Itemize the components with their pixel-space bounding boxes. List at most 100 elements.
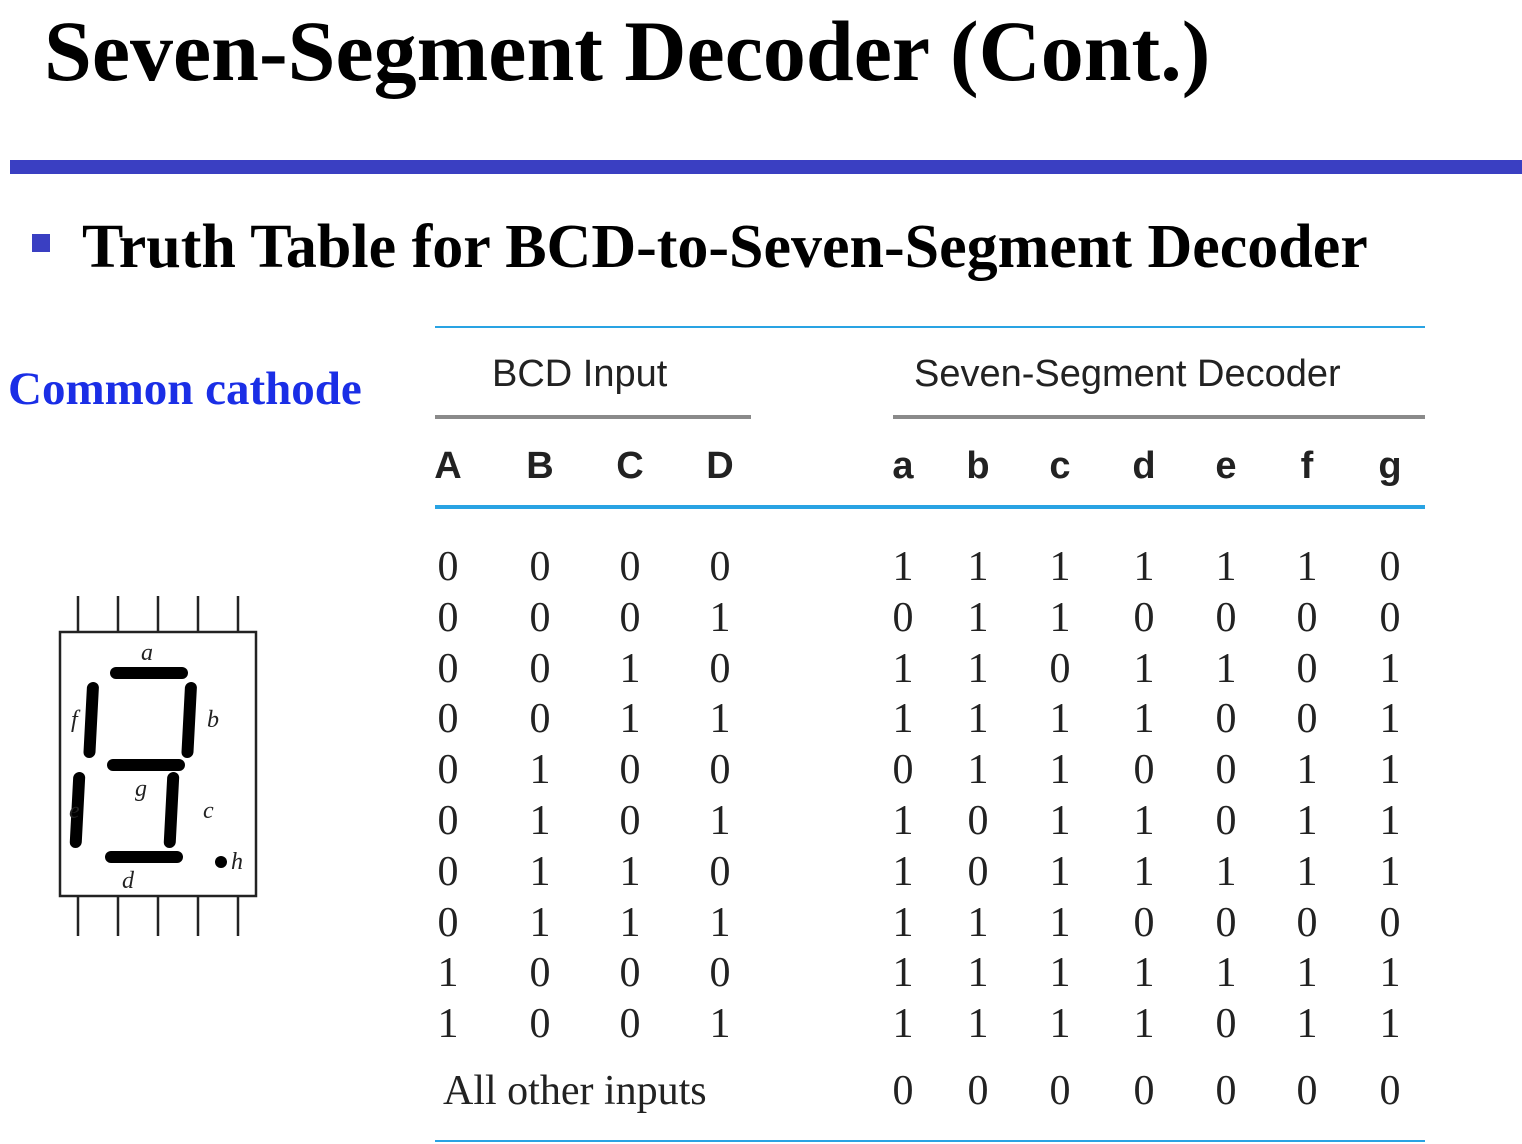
table-cell-output: 0 bbox=[1215, 1068, 1237, 1114]
table-cell-output: 1 bbox=[967, 696, 989, 743]
table-cell-output: 1 bbox=[1049, 798, 1071, 844]
common-cathode-label: Common cathode bbox=[8, 363, 362, 415]
column-header-input: A bbox=[434, 445, 462, 487]
table-cell-output: 0 bbox=[967, 798, 989, 844]
table-cell-output: 1 bbox=[1379, 696, 1401, 743]
table-cell-output: 1 bbox=[1379, 798, 1401, 844]
table-cell-output: 0 bbox=[1133, 1068, 1155, 1114]
table-cell-output: 0 bbox=[1379, 899, 1401, 946]
table-cell-output: 1 bbox=[1215, 544, 1237, 590]
seven-segment-display-icon: a b c d e f g h bbox=[58, 596, 258, 936]
table-cell-input: 0 bbox=[529, 594, 551, 641]
other-inputs-label: All other inputs bbox=[443, 1068, 707, 1114]
table-bottom-rule bbox=[435, 1140, 1425, 1142]
bullet-square-icon bbox=[32, 234, 50, 252]
table-cell-input: 1 bbox=[709, 696, 731, 743]
table-cell-output: 0 bbox=[892, 1068, 914, 1114]
table-cell-output: 1 bbox=[967, 544, 989, 590]
table-cell-input: 0 bbox=[529, 1001, 551, 1048]
table-cell-output: 1 bbox=[967, 645, 989, 692]
table-cell-input: 1 bbox=[709, 798, 731, 844]
group-header-seven-segment: Seven-Segment Decoder bbox=[914, 353, 1341, 395]
table-cell-output: 1 bbox=[892, 1001, 914, 1048]
column-header-input: C bbox=[616, 445, 644, 487]
table-cell-input: 0 bbox=[437, 798, 459, 844]
table-cell-output: 0 bbox=[1296, 899, 1318, 946]
table-cell-input: 0 bbox=[619, 950, 641, 997]
group-rule-inputs bbox=[435, 415, 751, 419]
table-cell-output: 1 bbox=[1049, 1001, 1071, 1048]
table-cell-input: 0 bbox=[437, 899, 459, 946]
column-header-input: B bbox=[526, 445, 554, 487]
table-cell-input: 0 bbox=[709, 544, 731, 590]
table-cell-output: 1 bbox=[1133, 544, 1155, 590]
table-cell-output: 1 bbox=[1049, 696, 1071, 743]
table-cell-input: 1 bbox=[529, 899, 551, 946]
table-cell-output: 0 bbox=[1296, 645, 1318, 692]
table-cell-input: 0 bbox=[619, 1001, 641, 1048]
table-cell-output: 0 bbox=[892, 747, 914, 794]
column-header-input: D bbox=[706, 445, 734, 487]
svg-text:a: a bbox=[141, 640, 153, 666]
table-cell-input: 0 bbox=[709, 747, 731, 794]
table-cell-output: 0 bbox=[1379, 1068, 1401, 1114]
table-cell-output: 1 bbox=[1379, 645, 1401, 692]
table-cell-input: 0 bbox=[709, 645, 731, 692]
table-cell-output: 1 bbox=[892, 848, 914, 895]
table-cell-output: 1 bbox=[892, 696, 914, 743]
table-cell-output: 0 bbox=[1379, 594, 1401, 641]
table-cell-input: 0 bbox=[437, 544, 459, 590]
column-header-output: g bbox=[1378, 445, 1402, 487]
column-header-output: c bbox=[1049, 445, 1071, 487]
table-cell-input: 0 bbox=[437, 696, 459, 743]
table-cell-input: 0 bbox=[529, 544, 551, 590]
svg-text:h: h bbox=[231, 849, 243, 875]
table-cell-output: 0 bbox=[1133, 594, 1155, 641]
table-cell-output: 0 bbox=[1133, 899, 1155, 946]
table-cell-output: 1 bbox=[1133, 798, 1155, 844]
bullet-heading: Truth Table for BCD-to-Seven-Segment Dec… bbox=[82, 213, 1368, 281]
table-cell-output: 1 bbox=[1296, 747, 1318, 794]
table-cell-input: 1 bbox=[619, 899, 641, 946]
table-cell-output: 1 bbox=[1215, 848, 1237, 895]
table-cell-output: 0 bbox=[1296, 594, 1318, 641]
table-cell-output: 1 bbox=[1049, 950, 1071, 997]
segment-h-dot bbox=[215, 856, 227, 868]
slide-title: Seven-Segment Decoder (Cont.) bbox=[44, 3, 1211, 99]
table-cell-input: 1 bbox=[619, 645, 641, 692]
table-cell-output: 1 bbox=[1049, 899, 1071, 946]
table-cell-output: 1 bbox=[1379, 950, 1401, 997]
table-cell-output: 1 bbox=[967, 950, 989, 997]
table-cell-output: 0 bbox=[967, 848, 989, 895]
segment-a bbox=[110, 667, 188, 679]
table-cell-output: 1 bbox=[1049, 594, 1071, 641]
table-cell-output: 0 bbox=[1215, 594, 1237, 641]
table-cell-output: 1 bbox=[1296, 848, 1318, 895]
table-cell-output: 0 bbox=[892, 594, 914, 641]
table-cell-output: 1 bbox=[1049, 848, 1071, 895]
table-cell-output: 1 bbox=[892, 798, 914, 844]
table-cell-output: 0 bbox=[1215, 696, 1237, 743]
table-cell-input: 1 bbox=[529, 798, 551, 844]
table-cell-output: 1 bbox=[1215, 950, 1237, 997]
table-cell-output: 1 bbox=[1379, 747, 1401, 794]
table-cell-input: 1 bbox=[619, 696, 641, 743]
table-cell-output: 1 bbox=[1133, 645, 1155, 692]
table-cell-output: 1 bbox=[967, 594, 989, 641]
table-cell-input: 1 bbox=[437, 950, 459, 997]
table-cell-output: 1 bbox=[1133, 696, 1155, 743]
table-cell-input: 0 bbox=[437, 645, 459, 692]
table-cell-output: 1 bbox=[892, 645, 914, 692]
table-cell-output: 0 bbox=[1133, 747, 1155, 794]
svg-text:e: e bbox=[69, 798, 80, 824]
table-cell-output: 0 bbox=[1049, 645, 1071, 692]
column-header-output: b bbox=[966, 445, 990, 487]
title-underline bbox=[10, 160, 1522, 174]
table-cell-output: 1 bbox=[1296, 950, 1318, 997]
table-cell-input: 0 bbox=[437, 848, 459, 895]
table-cell-output: 1 bbox=[1133, 848, 1155, 895]
table-cell-output: 0 bbox=[1215, 798, 1237, 844]
table-cell-output: 0 bbox=[1215, 899, 1237, 946]
column-header-output: a bbox=[892, 445, 914, 487]
table-cell-output: 1 bbox=[1296, 544, 1318, 590]
